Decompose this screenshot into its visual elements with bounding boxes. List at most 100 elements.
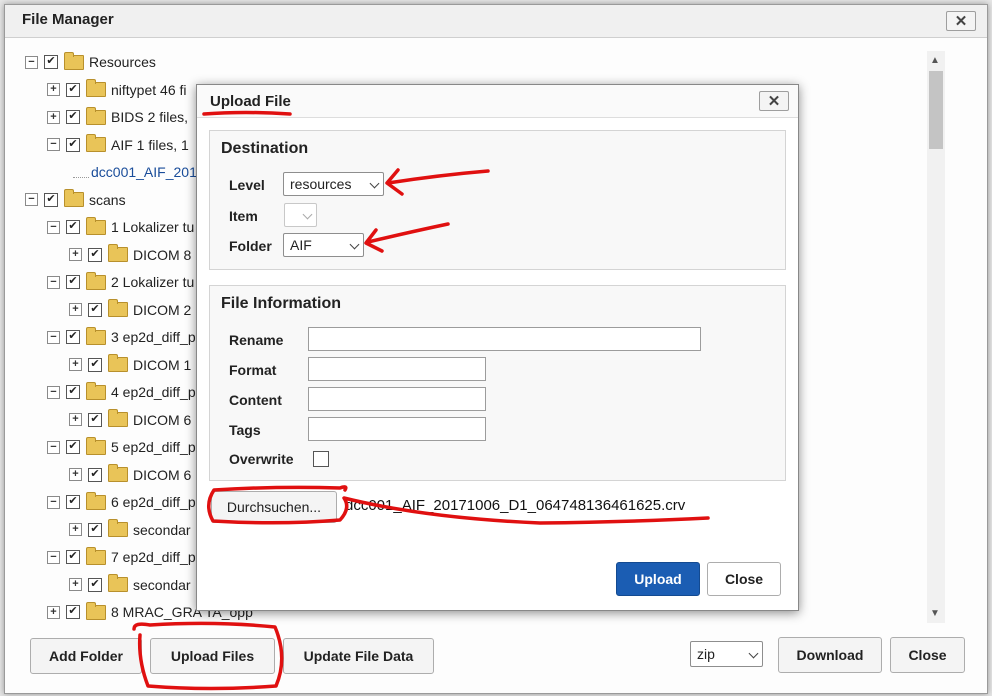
file-manager-close-icon[interactable]: ✕ xyxy=(946,11,976,31)
tree-checkbox[interactable]: ✔ xyxy=(66,550,80,564)
tree-folder-row[interactable]: + ✔ DICOM 2 xyxy=(69,299,191,321)
tree-checkbox[interactable]: ✔ xyxy=(66,137,80,152)
collapse-icon[interactable]: − xyxy=(25,193,38,206)
folder-icon xyxy=(86,381,106,400)
upload-files-button[interactable]: Upload Files xyxy=(150,638,275,674)
folder-icon xyxy=(108,464,128,482)
upload-file-dialog: Upload File ✕ Destination Level resource… xyxy=(196,84,799,611)
collapse-icon[interactable]: − xyxy=(47,138,60,151)
tree-folder-row[interactable]: − ✔ scans xyxy=(25,189,126,211)
collapse-icon[interactable]: − xyxy=(47,220,60,234)
content-label: Content xyxy=(229,392,282,408)
tree-checkbox[interactable]: ✔ xyxy=(88,577,102,592)
folder-icon xyxy=(86,601,106,620)
expand-icon[interactable]: + xyxy=(47,110,60,124)
tree-folder-row[interactable]: − ✔ 2 Lokalizer tu xyxy=(47,271,194,293)
tree-node-label: 6 ep2d_diff_p xyxy=(111,494,196,510)
collapse-icon[interactable]: − xyxy=(47,495,60,509)
scrollbar-thumb[interactable] xyxy=(929,71,943,149)
expand-icon[interactable]: + xyxy=(69,523,82,536)
tree-checkbox[interactable]: ✔ xyxy=(88,412,102,427)
tree-folder-row[interactable]: + ✔ DICOM 6 xyxy=(69,464,191,486)
tree-folder-row[interactable]: − ✔ 6 ep2d_diff_p xyxy=(47,491,196,513)
expand-icon[interactable]: + xyxy=(69,413,82,426)
tree-folder-row[interactable]: − ✔ 3 ep2d_diff_p xyxy=(47,326,196,348)
tree-node-label: DICOM 6 xyxy=(133,466,192,483)
tree-checkbox[interactable]: ✔ xyxy=(66,220,80,234)
expand-icon[interactable]: + xyxy=(69,358,82,371)
expand-icon[interactable]: + xyxy=(69,303,82,316)
tree-folder-row[interactable]: + ✔ DICOM 8 xyxy=(69,244,191,266)
file-information-fieldset: File Information Rename Format Content T… xyxy=(209,285,786,481)
tree-checkbox[interactable]: ✔ xyxy=(88,522,102,537)
tree-file-row[interactable]: dcc001_AIF_201 xyxy=(73,161,197,183)
tree-checkbox[interactable]: ✔ xyxy=(66,275,80,289)
upload-dialog-close-icon[interactable]: ✕ xyxy=(759,91,789,111)
file-manager-close-button[interactable]: Close xyxy=(890,637,965,673)
chevron-down-icon xyxy=(369,178,380,189)
scroll-down-icon[interactable]: ▼ xyxy=(930,608,940,619)
tree-checkbox[interactable]: ✔ xyxy=(66,385,80,399)
tree-node-label: 4 ep2d_diff_p xyxy=(111,384,196,400)
tree-folder-row[interactable]: − ✔ 1 Lokalizer tu xyxy=(47,216,194,238)
tree-folder-row[interactable]: + ✔ secondar xyxy=(69,519,191,541)
tree-checkbox[interactable]: ✔ xyxy=(66,495,80,509)
level-select[interactable]: resources xyxy=(283,172,384,196)
tree-checkbox[interactable]: ✔ xyxy=(88,302,102,317)
tree-checkbox[interactable]: ✔ xyxy=(88,247,102,262)
collapse-icon[interactable]: − xyxy=(47,385,60,399)
tree-folder-row[interactable]: − ✔ 7 ep2d_diff_p xyxy=(47,546,196,568)
collapse-icon[interactable]: − xyxy=(47,550,60,564)
tree-folder-row[interactable]: + ✔ niftypet 46 fi xyxy=(47,79,187,101)
tree-folder-row[interactable]: − ✔ 5 ep2d_diff_p xyxy=(47,436,196,458)
collapse-icon[interactable]: − xyxy=(47,275,60,289)
tree-folder-row[interactable]: − ✔ Resources xyxy=(25,51,156,73)
content-input[interactable] xyxy=(308,387,486,411)
tree-folder-row[interactable]: + ✔ secondar xyxy=(69,574,191,596)
scroll-up-icon[interactable]: ▲ xyxy=(930,55,940,66)
upload-dialog-close-button[interactable]: Close xyxy=(707,562,781,596)
tree-checkbox[interactable]: ✔ xyxy=(44,192,58,207)
tree-folder-row[interactable]: + ✔ BIDS 2 files, xyxy=(47,106,188,128)
tree-node-label: dcc001_AIF_201 xyxy=(91,164,197,180)
tree-node-label: BIDS 2 files, xyxy=(111,109,189,125)
format-label: Format xyxy=(229,362,277,378)
expand-icon[interactable]: + xyxy=(47,605,60,619)
expand-icon[interactable]: + xyxy=(69,578,82,591)
rename-input[interactable] xyxy=(308,327,701,351)
overwrite-checkbox[interactable] xyxy=(313,451,329,467)
tree-checkbox[interactable]: ✔ xyxy=(66,330,80,344)
browse-button[interactable]: Durchsuchen... xyxy=(211,491,337,523)
collapse-icon[interactable]: − xyxy=(25,55,38,69)
format-input[interactable] xyxy=(308,357,486,381)
upload-button[interactable]: Upload xyxy=(616,562,700,596)
tree-folder-row[interactable]: + ✔ DICOM 1 xyxy=(69,354,191,376)
tree-node-label: 5 ep2d_diff_p xyxy=(111,439,196,455)
expand-icon[interactable]: + xyxy=(69,468,82,481)
tree-node-label: scans xyxy=(89,191,126,208)
expand-icon[interactable]: + xyxy=(47,83,60,96)
add-folder-button[interactable]: Add Folder xyxy=(30,638,142,674)
item-select[interactable] xyxy=(284,203,317,227)
download-button[interactable]: Download xyxy=(778,637,882,673)
collapse-icon[interactable]: − xyxy=(47,440,60,454)
folder-icon xyxy=(108,244,128,262)
expand-icon[interactable]: + xyxy=(69,248,82,261)
tree-checkbox[interactable]: ✔ xyxy=(66,82,80,97)
tree-checkbox[interactable]: ✔ xyxy=(66,110,80,124)
tree-folder-row[interactable]: + ✔ DICOM 6 xyxy=(69,409,191,431)
tree-checkbox[interactable]: ✔ xyxy=(88,357,102,372)
update-file-data-button[interactable]: Update File Data xyxy=(283,638,434,674)
tree-folder-row[interactable]: − ✔ 4 ep2d_diff_p xyxy=(47,381,196,403)
tags-input[interactable] xyxy=(308,417,486,441)
tree-checkbox[interactable]: ✔ xyxy=(66,605,80,619)
collapse-icon[interactable]: − xyxy=(47,330,60,344)
tree-folder-row[interactable]: − ✔ AIF 1 files, 1 xyxy=(47,134,189,156)
folder-select[interactable]: AIF xyxy=(283,233,364,257)
tree-checkbox[interactable]: ✔ xyxy=(66,440,80,454)
tree-scrollbar[interactable]: ▲ ▼ xyxy=(927,51,945,623)
tree-checkbox[interactable]: ✔ xyxy=(44,55,58,69)
selected-file-name: dcc001_AIF_20171006_D1_064748136461625.c… xyxy=(345,497,686,514)
format-select[interactable]: zip xyxy=(690,641,763,667)
tree-checkbox[interactable]: ✔ xyxy=(88,467,102,482)
